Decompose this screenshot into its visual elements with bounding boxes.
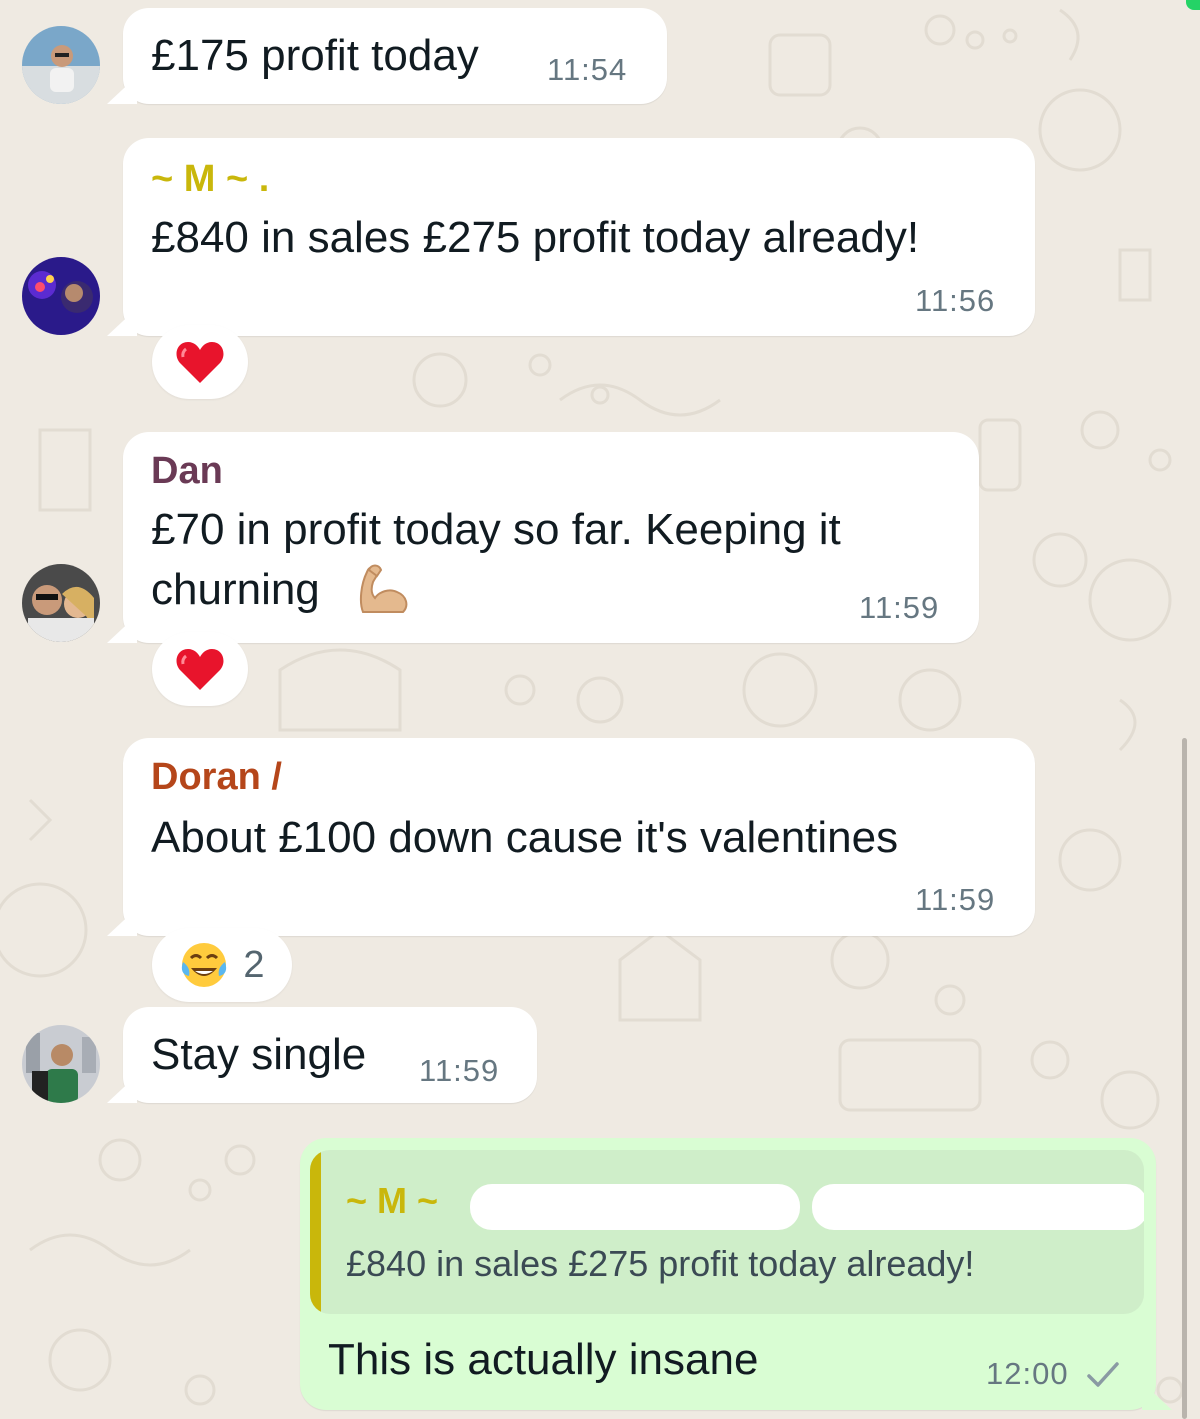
message-text: churning [151,565,320,614]
message-text: £70 in profit today so far. Keeping it [151,505,841,554]
avatar-photo [22,1025,100,1103]
redaction-mark [812,1184,1144,1230]
reaction-badge[interactable] [152,632,248,706]
message-time: 11:54 [547,52,628,87]
tears-of-joy-icon [182,943,227,987]
avatar[interactable] [22,26,100,104]
message-text: £175 profit today [151,31,479,80]
quoted-message[interactable]: ~ M ~ £840 in sales £275 profit today al… [310,1150,1144,1314]
outgoing-message-bubble[interactable]: ~ M ~ £840 in sales £275 profit today al… [300,1138,1156,1410]
quote-sender: ~ M ~ [346,1180,439,1221]
redaction-mark [470,1184,800,1230]
sender-name[interactable]: ~ M ~ . [151,158,269,201]
avatar[interactable] [22,564,100,642]
sent-check-icon [1087,1362,1119,1387]
scrollbar[interactable] [1182,738,1187,1419]
message-bubble[interactable]: Dan £70 in profit today so far. Keeping … [123,432,979,643]
heart-icon [176,342,224,383]
message-bubble[interactable]: ~ M ~ . £840 in sales £275 profit today … [123,138,1035,336]
message-time: 11:59 [915,882,996,917]
message-bubble[interactable]: £175 profit today 11:54 [123,8,667,104]
message-bubble[interactable]: Doran / About £100 down cause it's valen… [123,738,1035,936]
avatar[interactable] [22,257,100,335]
message-text: This is actually insane [328,1335,759,1384]
quote-text: £840 in sales £275 profit today already! [346,1243,975,1284]
sender-name[interactable]: Doran / [151,756,282,799]
message-time: 11:59 [859,590,940,625]
flexed-biceps-icon [359,564,408,613]
message-bubble[interactable]: Stay single 11:59 [123,1007,537,1103]
avatar-photo [22,26,100,104]
message-time: 11:59 [419,1053,500,1088]
reaction-badge[interactable]: 2 [152,928,292,1002]
avatar[interactable] [22,1025,100,1103]
reaction-badge[interactable] [152,325,248,399]
reaction-count: 2 [243,943,265,986]
message-time: 12:00 [986,1356,1069,1391]
avatar-photo [22,257,100,335]
avatar-photo [22,564,100,642]
sender-name[interactable]: Dan [151,450,223,493]
heart-icon [176,649,224,690]
message-text: Stay single [151,1030,367,1079]
message-text: £840 in sales £275 profit today already! [151,213,920,262]
message-text: About £100 down cause it's valentines [151,813,899,862]
message-time: 11:56 [915,283,996,318]
quote-accent-bar [310,1150,321,1314]
